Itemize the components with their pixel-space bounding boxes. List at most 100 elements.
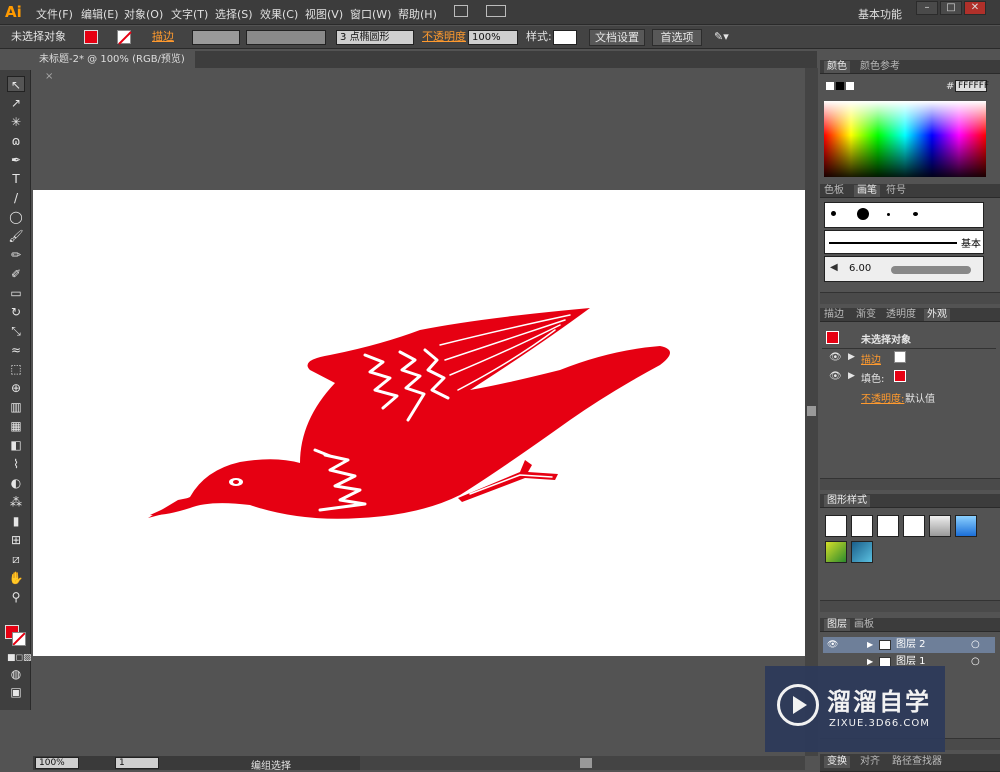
- blend-tool-icon[interactable]: ◐: [7, 475, 25, 491]
- variable-width-field[interactable]: [246, 30, 326, 45]
- color-mode-icon[interactable]: ■◻▨: [7, 650, 31, 666]
- stroke-label[interactable]: 描边: [152, 29, 174, 45]
- zoom-tool-icon[interactable]: ⚲: [7, 589, 25, 605]
- ellipse-tool-icon[interactable]: ◯: [7, 209, 25, 225]
- menu-select[interactable]: 选择(S): [215, 6, 253, 22]
- graph-tool-icon[interactable]: ▥: [7, 399, 25, 415]
- stroke-color-icon[interactable]: [12, 632, 26, 646]
- pencil-tool-icon[interactable]: ✏: [7, 247, 25, 263]
- tab-brushes[interactable]: 画笔: [854, 185, 880, 197]
- scale-tool-icon[interactable]: ⤡: [7, 323, 25, 339]
- target-circle-icon[interactable]: ○: [971, 637, 980, 653]
- none-swatch-icon[interactable]: [826, 82, 834, 90]
- menu-effect[interactable]: 效果(C): [260, 6, 298, 22]
- brush-preset-row[interactable]: [824, 202, 984, 228]
- appearance-stroke-swatch[interactable]: [894, 351, 906, 363]
- symbol-sprayer-tool-icon[interactable]: ⁂: [7, 494, 25, 510]
- tab-appearance[interactable]: 外观: [924, 309, 950, 321]
- horizontal-scroll-thumb[interactable]: [580, 758, 592, 768]
- direct-selection-tool-icon[interactable]: ↗: [7, 95, 25, 111]
- graphic-style-water[interactable]: [851, 541, 873, 563]
- brush-oval-icon[interactable]: [913, 212, 918, 216]
- layer-row[interactable]: 👁 ▶ 图层 2 ○: [823, 637, 995, 653]
- horizontal-scrollbar[interactable]: [360, 756, 805, 770]
- menu-file[interactable]: 文件(F): [36, 6, 73, 22]
- menu-type[interactable]: 文字(T): [171, 6, 208, 22]
- shape-builder-tool-icon[interactable]: ⊕: [7, 380, 25, 396]
- appearance-stroke-label[interactable]: 描边: [861, 351, 881, 366]
- white-swatch[interactable]: [846, 82, 854, 90]
- art-brush-row[interactable]: ◀ 6.00: [824, 256, 984, 282]
- bird-artwork[interactable]: [33, 190, 805, 656]
- selection-tool-icon[interactable]: ↖: [7, 76, 25, 92]
- tab-graphic-styles[interactable]: 图形样式: [824, 495, 870, 507]
- menu-window[interactable]: 窗口(W): [350, 6, 391, 22]
- close-button[interactable]: ✕: [964, 1, 986, 15]
- layer-name[interactable]: 图层 2: [896, 637, 926, 653]
- magic-wand-tool-icon[interactable]: ✳: [7, 114, 25, 130]
- pen-options-icon[interactable]: ✎▾: [714, 29, 729, 45]
- color-spectrum[interactable]: [824, 101, 986, 177]
- slice-tool-icon[interactable]: ⧄: [7, 551, 25, 567]
- arrange-documents-icon[interactable]: [486, 5, 506, 17]
- zoom-field[interactable]: 100%: [35, 757, 79, 769]
- artboard[interactable]: [33, 190, 805, 656]
- tab-pathfinder[interactable]: 路径查找器: [892, 756, 942, 768]
- hex-field[interactable]: FFFFFF: [955, 80, 989, 92]
- graphic-style-leaf[interactable]: [825, 541, 847, 563]
- opacity-label[interactable]: 不透明度: [422, 29, 466, 45]
- stroke-weight-field[interactable]: [192, 30, 240, 45]
- tab-align[interactable]: 对齐: [860, 756, 880, 768]
- brush-dot-tiny-icon[interactable]: [887, 213, 890, 216]
- mesh-tool-icon[interactable]: ▦: [7, 418, 25, 434]
- opacity-field[interactable]: 100%: [468, 30, 518, 45]
- type-tool-icon[interactable]: T: [7, 171, 25, 187]
- basic-brush-row[interactable]: 基本: [824, 230, 984, 254]
- menu-view[interactable]: 视图(V): [305, 6, 343, 22]
- tab-transparency[interactable]: 透明度: [886, 309, 916, 321]
- graphic-style-shadow[interactable]: [903, 515, 925, 537]
- blob-brush-tool-icon[interactable]: ✐: [7, 266, 25, 282]
- column-graph-tool-icon[interactable]: ▮: [7, 513, 25, 529]
- graphic-style-default[interactable]: [825, 515, 847, 537]
- brush-dot-large-icon[interactable]: [857, 208, 869, 220]
- warp-tool-icon[interactable]: ≈: [7, 342, 25, 358]
- visibility-eye-icon[interactable]: 👁: [827, 637, 838, 653]
- artboard-nav-field[interactable]: 1: [115, 757, 159, 769]
- document-setup-button[interactable]: 文档设置: [589, 29, 645, 46]
- appearance-fill-swatch[interactable]: [894, 370, 906, 382]
- fill-swatch[interactable]: [84, 30, 98, 44]
- tab-symbols[interactable]: 符号: [886, 185, 906, 197]
- tab-color[interactable]: 颜色: [824, 61, 850, 73]
- graphic-style-white[interactable]: [877, 515, 899, 537]
- lasso-tool-icon[interactable]: ɷ: [7, 133, 25, 149]
- bridge-icon[interactable]: [454, 5, 468, 17]
- black-swatch[interactable]: [836, 82, 844, 90]
- tab-artboards[interactable]: 画板: [854, 619, 874, 631]
- draw-mode-icon[interactable]: ◍: [7, 666, 25, 682]
- brush-dot-small-icon[interactable]: [831, 211, 836, 216]
- minimize-button[interactable]: –: [916, 1, 938, 15]
- tab-stroke[interactable]: 描边: [824, 309, 844, 321]
- graphic-style-none[interactable]: [851, 515, 873, 537]
- tab-layers[interactable]: 图层: [824, 619, 850, 631]
- menu-help[interactable]: 帮助(H): [398, 6, 437, 22]
- style-swatch[interactable]: [553, 30, 577, 45]
- tab-color-guide[interactable]: 颜色参考: [860, 61, 900, 73]
- expand-arrow-icon[interactable]: ▶: [848, 352, 855, 362]
- menu-edit[interactable]: 编辑(E): [81, 6, 119, 22]
- hand-tool-icon[interactable]: ✋: [7, 570, 25, 586]
- appearance-opacity-label[interactable]: 不透明度:: [861, 390, 904, 405]
- tab-swatches[interactable]: 色板: [824, 185, 844, 197]
- maximize-button[interactable]: □: [940, 1, 962, 15]
- pen-tool-icon[interactable]: ✒: [7, 152, 25, 168]
- rotate-tool-icon[interactable]: ↻: [7, 304, 25, 320]
- target-circle-icon[interactable]: ○: [971, 654, 980, 670]
- tab-transform[interactable]: 变换: [824, 756, 850, 768]
- graphic-style-blue[interactable]: [955, 515, 977, 537]
- visibility-eye-icon[interactable]: 👁: [829, 352, 842, 363]
- graphic-style-gradient[interactable]: [929, 515, 951, 537]
- document-tab[interactable]: 未标题-2* @ 100% (RGB/预览) ×: [33, 51, 195, 82]
- screen-mode-icon[interactable]: ▣: [7, 684, 25, 700]
- eyedropper-tool-icon[interactable]: ⌇: [7, 456, 25, 472]
